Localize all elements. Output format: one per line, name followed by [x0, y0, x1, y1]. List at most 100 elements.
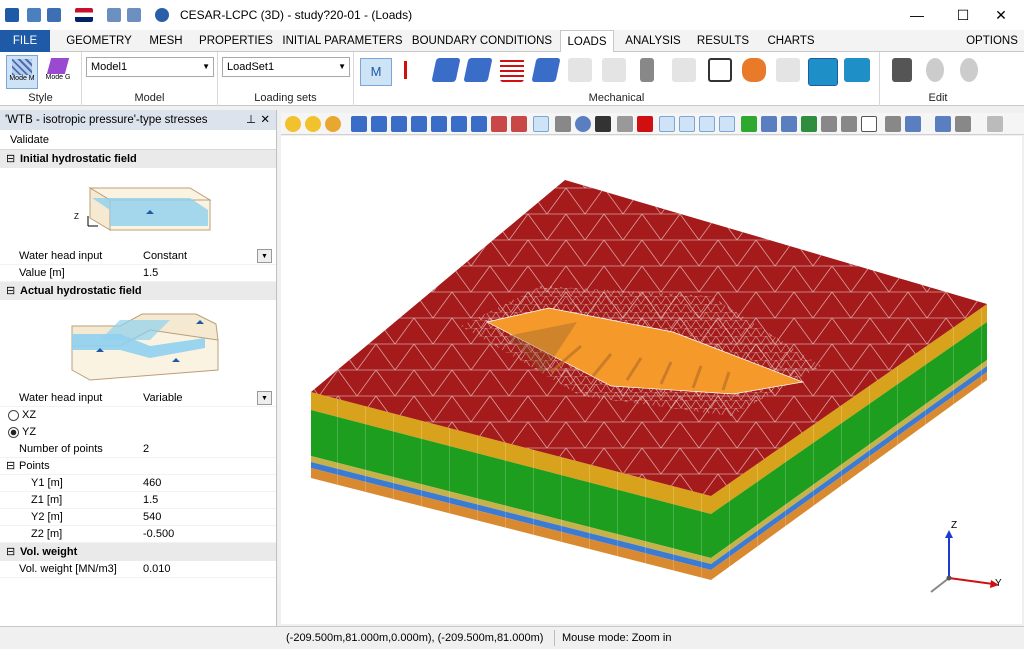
y1-value[interactable]: 460 [143, 475, 161, 492]
point-load-icon[interactable] [400, 58, 410, 82]
save-icon[interactable] [47, 8, 61, 22]
vol-weight-value[interactable]: 0.010 [143, 561, 171, 578]
actual-hydrostatic-section[interactable]: ⊟ Actual hydrostatic field [0, 282, 276, 300]
select-faces-icon[interactable] [699, 116, 715, 132]
tab-boundary-conditions[interactable]: BOUNDARY CONDITIONS [410, 30, 554, 52]
tab-analysis[interactable]: ANALYSIS [620, 30, 686, 52]
chevron-down-icon[interactable]: ▼ [257, 249, 272, 263]
collapse-icon[interactable]: ⊟ [6, 150, 15, 168]
thermal-load-icon[interactable] [742, 58, 766, 82]
view-bottom-icon[interactable] [451, 116, 467, 132]
zoom-in-icon[interactable] [533, 116, 549, 132]
z2-value[interactable]: -0.500 [143, 526, 174, 543]
num-points-value[interactable]: 2 [143, 441, 149, 458]
undo-icon[interactable] [926, 58, 944, 82]
minimize-button[interactable]: — [894, 0, 940, 30]
mode-m-button[interactable]: Mode M [6, 55, 38, 89]
panel-close-icon[interactable]: ✕ [260, 110, 270, 130]
water-head-input-value[interactable]: Variable [143, 390, 183, 407]
prestress-icon[interactable] [776, 58, 800, 82]
light-settings-icon[interactable] [305, 116, 321, 132]
vol-weight-section[interactable]: ⊟ Vol. weight [0, 543, 276, 561]
rotate-icon[interactable] [575, 116, 591, 132]
pin-icon[interactable]: ⊥ [246, 110, 256, 130]
view-right-icon[interactable] [411, 116, 427, 132]
window-tile-icon[interactable] [107, 8, 121, 22]
show-surfaces-icon[interactable] [761, 116, 777, 132]
light-icon[interactable] [285, 116, 301, 132]
pan-icon[interactable] [555, 116, 571, 132]
measure-icon[interactable] [841, 116, 857, 132]
collapse-icon[interactable]: ⊟ [6, 282, 15, 300]
tab-file[interactable]: FILE [0, 30, 50, 52]
frame-icon[interactable] [861, 116, 877, 132]
select-volumes-icon[interactable] [719, 116, 735, 132]
info-icon[interactable] [155, 8, 169, 22]
select-edges-icon[interactable] [679, 116, 695, 132]
tab-options[interactable]: OPTIONS [960, 30, 1024, 52]
water-table-active-icon[interactable] [808, 58, 838, 86]
colors-icon[interactable] [905, 116, 921, 132]
tab-properties[interactable]: PROPERTIES [196, 30, 276, 52]
initial-stress-icon[interactable] [708, 58, 732, 82]
open-icon[interactable] [27, 8, 41, 22]
sigma-stress-icon[interactable] [672, 58, 696, 82]
distributed-load-icon[interactable] [463, 58, 493, 82]
mesh-model[interactable] [281, 136, 1022, 624]
view-iso-icon[interactable] [471, 116, 487, 132]
trash-icon[interactable] [892, 58, 912, 82]
show-points-icon[interactable] [821, 116, 837, 132]
tab-results[interactable]: RESULTS [692, 30, 754, 52]
value-field[interactable]: 1.5 [143, 265, 158, 282]
radio-yz-row[interactable]: YZ [0, 424, 276, 441]
bolt-icon[interactable] [640, 58, 654, 82]
collapse-icon[interactable]: ⊟ [6, 458, 15, 475]
3d-viewport[interactable]: Z Y [281, 136, 1022, 624]
redo-icon[interactable] [960, 58, 978, 82]
loadset-select[interactable]: LoadSet1 ▼ [222, 57, 350, 77]
cursor-icon[interactable] [955, 116, 971, 132]
show-mesh-icon[interactable] [801, 116, 817, 132]
radio-xz-icon[interactable] [8, 410, 19, 421]
mode-g-button[interactable]: Mode G [42, 55, 74, 89]
view-back-icon[interactable] [371, 116, 387, 132]
show-lines-icon[interactable] [781, 116, 797, 132]
initial-hydrostatic-section[interactable]: ⊟ Initial hydrostatic field [0, 150, 276, 168]
select-nodes-icon[interactable] [659, 116, 675, 132]
radio-yz-icon[interactable] [8, 427, 19, 438]
grid-icon[interactable] [885, 116, 901, 132]
collapse-icon[interactable]: ⊟ [6, 543, 15, 561]
tab-initial-parameters[interactable]: INITIAL PARAMETERS [281, 30, 404, 52]
excavation-icon[interactable] [568, 58, 592, 82]
m-button[interactable]: M [360, 58, 392, 86]
view-front-icon[interactable] [351, 116, 367, 132]
z1-value[interactable]: 1.5 [143, 492, 158, 509]
surface-load-icon[interactable] [431, 58, 461, 82]
deconfinement-icon[interactable] [602, 58, 626, 82]
select-icon[interactable] [617, 116, 633, 132]
view-top-icon[interactable] [431, 116, 447, 132]
deselect-icon[interactable] [637, 116, 653, 132]
zoom-window-icon[interactable] [511, 116, 527, 132]
tab-mesh[interactable]: MESH [140, 30, 192, 52]
tab-loads[interactable]: LOADS [560, 30, 614, 53]
window-cascade-icon[interactable] [127, 8, 141, 22]
chevron-down-icon[interactable]: ▼ [257, 391, 272, 405]
tab-geometry[interactable]: GEOMETRY [60, 30, 138, 52]
view-left-icon[interactable] [391, 116, 407, 132]
camera-icon[interactable] [595, 116, 611, 132]
water-table-icon[interactable] [844, 58, 870, 82]
volume-load-icon[interactable] [531, 58, 561, 82]
y2-value[interactable]: 540 [143, 509, 161, 526]
show-volumes-icon[interactable] [741, 116, 757, 132]
zoom-fit-icon[interactable] [491, 116, 507, 132]
validate-button[interactable]: Validate [0, 130, 276, 150]
export-image-icon[interactable] [935, 116, 951, 132]
shading-icon[interactable] [325, 116, 341, 132]
toolbar-pin-icon[interactable] [987, 116, 1003, 132]
water-head-input-value[interactable]: Constant [143, 248, 187, 265]
radio-xz-row[interactable]: XZ [0, 407, 276, 424]
language-flag-icon[interactable] [75, 8, 93, 22]
model-select[interactable]: Model1 ▼ [86, 57, 214, 77]
close-button[interactable]: ✕ [978, 0, 1024, 30]
